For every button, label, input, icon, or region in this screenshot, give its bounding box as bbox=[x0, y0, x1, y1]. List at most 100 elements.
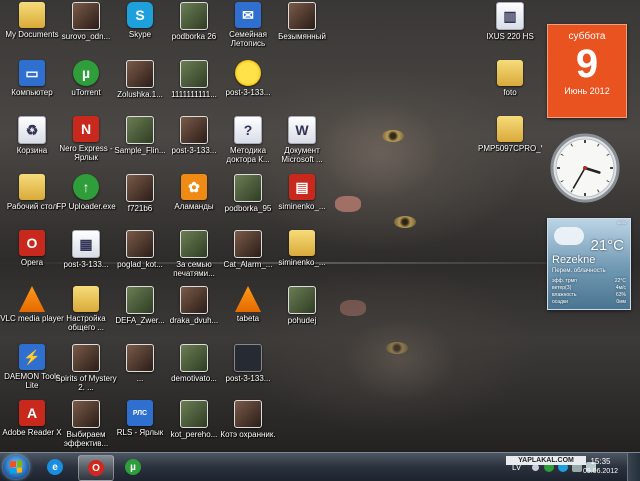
clock-center-pin bbox=[583, 166, 587, 170]
doc-icon: ♻ bbox=[18, 116, 46, 144]
taskbar-internet-explorer[interactable]: e bbox=[38, 455, 72, 479]
wallpaper-reflection-nose bbox=[340, 300, 366, 316]
weather-row: эфф. трмп 22°C bbox=[552, 278, 626, 285]
weather-row-label: эфф. трмп bbox=[552, 278, 577, 284]
pic-icon bbox=[180, 344, 208, 372]
pic-icon bbox=[180, 60, 208, 88]
weather-row: ветер(З) 4м/с bbox=[552, 285, 626, 292]
desktop-icon-label: post-3-133... bbox=[225, 374, 271, 383]
desktop-icon[interactable]: pohudej bbox=[270, 286, 334, 340]
blue-icon: РЛС bbox=[127, 400, 153, 426]
pic2-icon bbox=[234, 230, 262, 258]
start-button[interactable] bbox=[3, 455, 29, 479]
system-time: 15:35 bbox=[590, 457, 611, 466]
weather-condition: Перем. облачность bbox=[552, 268, 606, 274]
system-clock[interactable]: 15:35 09.06.2012 bbox=[583, 457, 618, 477]
desktop-icon-label: Безымянный bbox=[278, 32, 326, 41]
desktop-icon[interactable]: PMP5097CPRO_V1.0.3_20120418 bbox=[478, 116, 542, 170]
red-icon: A bbox=[19, 400, 45, 426]
weather-row-label: ветер(З) bbox=[552, 285, 572, 291]
folder-icon bbox=[19, 174, 45, 200]
pic2-icon bbox=[180, 286, 208, 314]
weather-gadget[interactable]: 15:57 21°C Rezekne Перем. облачность эфф… bbox=[547, 218, 631, 310]
pic-icon bbox=[180, 2, 208, 30]
vlc-icon bbox=[19, 286, 45, 312]
windows-logo-icon bbox=[10, 460, 22, 474]
weather-row-value: 22°C bbox=[614, 278, 626, 284]
pic2-icon bbox=[234, 400, 262, 428]
desktop-icon[interactable]: ▤ siminenko_... bbox=[270, 174, 334, 228]
weather-row-value: 0мм bbox=[616, 299, 626, 305]
desktop-icon[interactable]: W Документ Microsoft ... bbox=[270, 116, 334, 170]
desktop-icon-label: Котэ охранник. bbox=[220, 430, 276, 439]
desktop[interactable]: My Documents surovo_odn... S Skype podborka … bbox=[0, 0, 640, 452]
desktop-icon-label: IXUS 220 HS bbox=[486, 32, 534, 41]
opera-icon: O bbox=[88, 460, 104, 476]
green-icon: µ bbox=[73, 60, 99, 86]
pic-icon bbox=[126, 116, 154, 144]
show-hidden-icons-icon[interactable] bbox=[532, 464, 539, 471]
pic2-icon bbox=[288, 2, 316, 30]
desktop-icon-label: siminenko_... bbox=[278, 202, 326, 211]
wallpaper-cat-eye bbox=[382, 130, 404, 142]
weather-row-label: осадки bbox=[552, 299, 568, 305]
weather-row-value: 4м/с bbox=[615, 285, 626, 291]
desktop-icon[interactable]: post-3-133... bbox=[216, 60, 280, 114]
pic2-icon bbox=[72, 344, 100, 372]
taskbar-utorrent[interactable]: µ bbox=[116, 455, 150, 479]
weather-row: осадки 0мм bbox=[552, 299, 626, 306]
internet-explorer-icon: e bbox=[47, 459, 63, 475]
blue-icon: ✉ bbox=[235, 2, 261, 28]
clock-gadget[interactable] bbox=[550, 133, 620, 203]
pic-icon bbox=[288, 286, 316, 314]
calendar-weekday: суббота bbox=[568, 31, 606, 42]
blue-icon: ▭ bbox=[19, 60, 45, 86]
system-date: 09.06.2012 bbox=[582, 468, 618, 475]
calendar-month-year: Июнь 2012 bbox=[564, 86, 610, 96]
dark-icon bbox=[234, 344, 262, 372]
orange-icon: ✿ bbox=[181, 174, 207, 200]
pic-icon bbox=[126, 286, 154, 314]
desktop-icon-label: Документ Microsoft ... bbox=[281, 146, 323, 164]
desktop-icon-label: pohudej bbox=[287, 316, 317, 325]
utorrent-icon: µ bbox=[125, 459, 141, 475]
desktop-icon-label: PMP5097CPRO_V1.0.3_20120418 bbox=[478, 144, 542, 153]
pic2-icon bbox=[126, 174, 154, 202]
blue-icon: ⚡ bbox=[19, 344, 45, 370]
weather-row: влажность 63% bbox=[552, 292, 626, 299]
folder-icon bbox=[497, 116, 523, 142]
doc-icon: W bbox=[288, 116, 316, 144]
desktop-icon-label: foto bbox=[503, 88, 517, 97]
pic2-icon bbox=[72, 400, 100, 428]
vlc-icon bbox=[235, 286, 261, 312]
desktop-icon[interactable]: ▥ IXUS 220 HS bbox=[478, 2, 542, 56]
weather-row-value: 63% bbox=[615, 292, 626, 298]
desktop-icon-label: post-3-133... bbox=[225, 88, 271, 97]
taskbar-opera[interactable]: O bbox=[78, 455, 114, 481]
calendar-day: 9 bbox=[575, 42, 599, 86]
doc-icon: ▦ bbox=[72, 230, 100, 258]
weather-details: эфф. трмп 22°C ветер(З) 4м/с влажность 63% оса… bbox=[552, 278, 626, 306]
desktop-icon-label: siminenko_... bbox=[278, 258, 326, 267]
desktop-icon[interactable]: Безымянный bbox=[270, 2, 334, 56]
calendar-gadget[interactable]: суббота 9 Июнь 2012 bbox=[547, 24, 627, 118]
folder-icon bbox=[289, 230, 315, 256]
green-icon: ↑ bbox=[73, 174, 99, 200]
folder-icon bbox=[497, 60, 523, 86]
sun-icon bbox=[235, 60, 261, 86]
weather-row-label: влажность bbox=[552, 292, 577, 298]
wallpaper-cat-nose bbox=[335, 196, 361, 212]
desktop-icon[interactable]: siminenko_... bbox=[270, 230, 334, 284]
weather-temperature: 21°C bbox=[590, 237, 624, 254]
desktop-icon[interactable]: Котэ охранник. bbox=[216, 400, 280, 452]
red-icon: N bbox=[73, 116, 99, 142]
red-icon: ▤ bbox=[289, 174, 315, 200]
watermark-logo: YAPLAKAL.COM bbox=[506, 456, 586, 465]
desktop-icon[interactable]: post-3-133... bbox=[216, 344, 280, 398]
desktop-icon[interactable]: foto bbox=[478, 60, 542, 114]
show-desktop-button[interactable] bbox=[627, 453, 640, 481]
wallpaper-reflection-eye bbox=[386, 342, 408, 354]
cloud-icon bbox=[554, 227, 584, 245]
folder-icon bbox=[19, 2, 45, 28]
doc-icon: ▥ bbox=[496, 2, 524, 30]
